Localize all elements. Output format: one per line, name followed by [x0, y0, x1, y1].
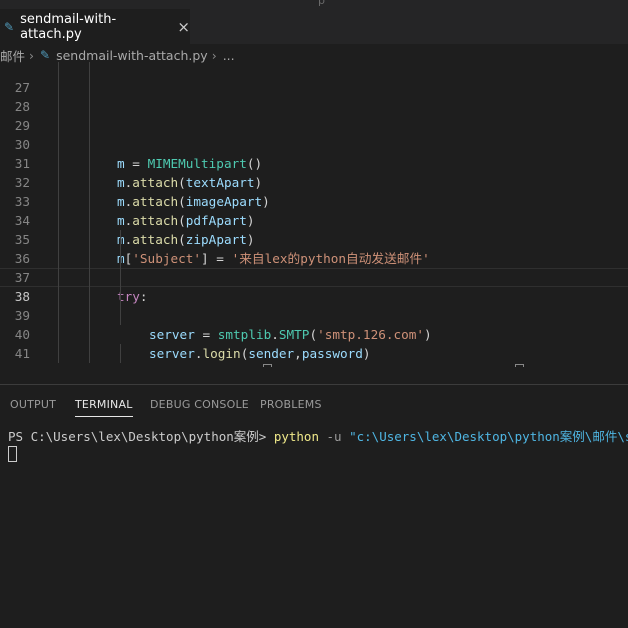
chevron-right-icon: ›	[211, 47, 217, 63]
indent-guide	[58, 306, 59, 325]
code-editor[interactable]: 27 28 m = MIMEMultipart() 29 m.attach(te…	[0, 62, 628, 367]
code-line[interactable]: 42 print('error:',e)	[0, 344, 628, 367]
indent-guide	[89, 211, 90, 230]
indent-guide	[58, 325, 59, 344]
editor-tab[interactable]: ✎ sendmail-with-attach.py ×	[0, 9, 190, 44]
indent-guide	[58, 192, 59, 211]
indent-guide	[89, 344, 90, 363]
indent-guide	[58, 154, 59, 173]
code-line[interactable]: 34	[0, 192, 628, 228]
code-line[interactable]: 35 try:	[0, 211, 628, 304]
breadcrumb-file[interactable]: sendmail-with-attach.py	[56, 48, 208, 63]
indent-guide	[58, 116, 59, 135]
indent-guide	[89, 97, 90, 116]
indent-guide	[89, 173, 90, 192]
indent-guide	[120, 230, 121, 249]
tab-filename: sendmail-with-attach.py	[20, 11, 117, 42]
indent-guide	[58, 78, 59, 97]
indent-guide	[89, 154, 90, 173]
indent-guide	[89, 135, 90, 154]
indent-guide	[89, 230, 90, 249]
top-strip: p	[0, 0, 628, 9]
code-line[interactable]: 31 m.attach(pdfApart)	[0, 135, 628, 228]
indent-guide	[89, 325, 90, 344]
indent-guide	[89, 78, 90, 97]
terminal-flag: -u	[318, 429, 350, 444]
indent-guide	[58, 62, 59, 78]
terminal-cursor	[8, 446, 17, 462]
indent-guide	[120, 268, 121, 287]
code-line[interactable]: 41 except smtplib.SMTPException as e:	[0, 325, 628, 361]
indent-guide	[89, 249, 90, 268]
python-file-icon: ✎	[4, 19, 15, 34]
indent-guide	[120, 344, 121, 363]
indent-guide	[58, 249, 59, 268]
code-line[interactable]: 32 m.attach(zipApart)	[0, 154, 628, 247]
indent-guide	[120, 249, 121, 268]
indent-guide	[58, 230, 59, 249]
code-text: server.sendmail(sender, receivers, m.as_…	[149, 363, 525, 367]
indent-guide	[89, 192, 90, 211]
bottom-panel: OUTPUT TERMINAL DEBUG CONSOLE PROBLEMS P…	[0, 384, 628, 628]
indent-guide	[89, 116, 90, 135]
code-line[interactable]: 40 server.quit()	[0, 306, 628, 342]
code-line[interactable]: 39 print('success')	[0, 287, 628, 323]
code-line[interactable]: 30 m.attach(imageApart)	[0, 116, 628, 209]
code-line[interactable]: 36 server = smtplib.SMTP('smtp.126.com')	[0, 230, 628, 342]
indent-guide	[89, 268, 90, 287]
terminal-argument: "c:\Users\lex\Desktop\python案例\邮件\sendma…	[349, 429, 628, 444]
line-number: 42	[0, 363, 30, 367]
code-line[interactable]: 29 m.attach(textApart)	[0, 97, 628, 190]
breadcrumb-more[interactable]: ...	[223, 48, 235, 63]
terminal-command-line[interactable]: PS C:\Users\lex\Desktop\python案例> python…	[8, 427, 628, 447]
indent-guide	[58, 173, 59, 192]
code-line[interactable]: 37 server.login(sender,password)	[0, 249, 628, 361]
code-line[interactable]: 28 m = MIMEMultipart()	[0, 78, 628, 171]
indent-guide	[58, 135, 59, 154]
indent-guide	[58, 287, 59, 306]
terminal-prompt: PS C:\Users\lex\Desktop\python案例>	[8, 429, 274, 444]
close-icon[interactable]: ×	[177, 18, 190, 36]
tab-debug-console[interactable]: DEBUG CONSOLE	[150, 398, 249, 411]
panel-tabs: OUTPUT TERMINAL DEBUG CONSOLE PROBLEMS	[0, 385, 628, 423]
code-line[interactable]: 27	[0, 62, 628, 95]
tab-output[interactable]: OUTPUT	[10, 398, 56, 411]
indent-guide	[120, 306, 121, 325]
indent-guide	[89, 306, 90, 325]
indent-guide	[58, 211, 59, 230]
indent-guide	[58, 268, 59, 287]
top-partial-text: p	[318, 0, 325, 7]
code-line-current[interactable]: 38 server.sendmail(sender, receivers, m.…	[0, 268, 628, 367]
chevron-right-icon: ›	[29, 47, 35, 63]
indent-guide	[89, 62, 90, 78]
tab-problems[interactable]: PROBLEMS	[260, 398, 322, 411]
indent-guide	[58, 97, 59, 116]
editor-tab-bar: ✎ sendmail-with-attach.py ×	[0, 9, 628, 44]
indent-guide	[89, 287, 90, 306]
tab-terminal[interactable]: TERMINAL	[75, 398, 133, 417]
python-file-icon: ✎	[40, 48, 51, 62]
terminal-command: python	[273, 429, 319, 444]
indent-guide	[120, 287, 121, 306]
indent-guide	[58, 344, 59, 363]
code-line[interactable]: 33 m['Subject'] = '来自lex的python自动发送邮件'	[0, 173, 628, 266]
